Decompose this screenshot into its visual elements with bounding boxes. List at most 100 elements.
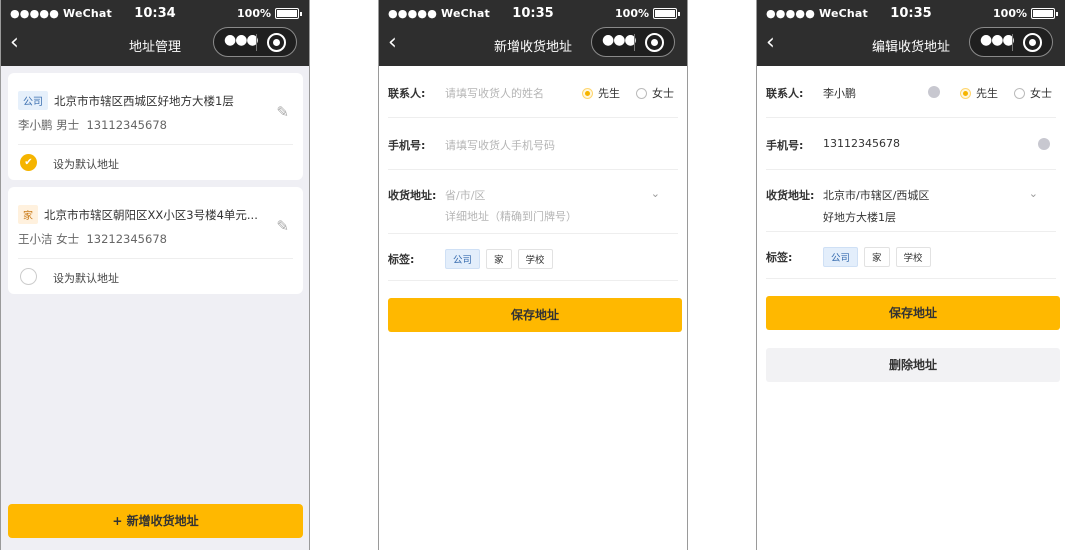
address-list-screen: ●●●●● WeChat 10:34 100% ‹ 地址管理 ●●● 公司 北京市… — [0, 0, 310, 550]
contact-person: 王小洁 女士 — [18, 232, 80, 246]
add-address-button[interactable]: + 新增收货地址 — [8, 504, 303, 538]
tags-label: 标签: — [766, 251, 793, 264]
tag-chip-school[interactable]: 学校 — [895, 247, 931, 267]
phone-label: 手机号: — [766, 139, 804, 152]
target-circle-icon[interactable] — [1023, 33, 1042, 52]
region-label: 收货地址: — [766, 189, 815, 202]
phone-input[interactable]: 13112345678 — [823, 137, 900, 150]
default-label: 设为默认地址 — [53, 272, 119, 285]
check-icon[interactable]: ✔ — [20, 154, 37, 171]
mini-program-capsule: ●●● — [969, 27, 1053, 57]
default-address-toggle[interactable]: 设为默认地址 — [18, 259, 303, 294]
tags-row: 标签: 公司家学校 — [388, 234, 678, 281]
gender-label: 女士 — [652, 87, 674, 100]
save-address-button[interactable]: 保存地址 — [388, 298, 682, 332]
address-line: 家北京市市辖区朝阳区XX小区3号楼4单元... — [18, 205, 258, 224]
navigation-bar: ●●●●● WeChat 10:34 100% ‹ 地址管理 ●●● — [1, 0, 309, 66]
battery-icon — [1031, 8, 1058, 19]
address-line: 公司 北京市市辖区西城区好地方大楼1层 — [18, 91, 234, 110]
contact-person: 李小鹏 男士 — [18, 118, 80, 132]
region-picker[interactable]: 北京市/市辖区/西城区 — [823, 187, 929, 203]
chevron-down-icon[interactable]: ⌄ — [1029, 187, 1038, 200]
navigation-bar: ●●●●● WeChat 10:35 100% ‹ 编辑收货地址 ●●● — [757, 0, 1065, 66]
region-label: 收货地址: — [388, 189, 437, 202]
battery-icon — [275, 8, 302, 19]
address-text: 北京市市辖区西城区好地方大楼1层 — [54, 94, 234, 108]
tag-chip-home[interactable]: 家 — [864, 247, 890, 267]
contact-line: 王小洁 女士 13212345678 — [18, 231, 167, 247]
pencil-icon[interactable]: ✎ — [276, 217, 289, 235]
tag-chip-company[interactable]: 公司 — [823, 247, 859, 267]
clear-dot-icon[interactable] — [928, 86, 940, 98]
tag-chip-company[interactable]: 公司 — [445, 249, 481, 269]
target-circle-icon[interactable] — [645, 33, 664, 52]
address-tag: 家 — [18, 205, 38, 224]
region-picker[interactable]: 省/市/区 — [445, 187, 485, 203]
tag-chips: 公司家学校 — [823, 246, 937, 267]
contact-row: 联系人: 李小鹏 先生 女士 — [766, 66, 1056, 118]
address-card[interactable]: 公司 北京市市辖区西城区好地方大楼1层 李小鹏 男士 13112345678 ✎ … — [8, 73, 303, 180]
more-dots-icon[interactable]: ●●● — [980, 32, 1015, 48]
detail-address-input[interactable]: 详细地址（精确到门牌号） — [445, 208, 577, 224]
battery-percent: 100% — [237, 7, 271, 20]
target-circle-icon[interactable] — [267, 33, 286, 52]
region-row: 收货地址: 北京市/市辖区/西城区 ⌄ 好地方大楼1层 — [766, 170, 1056, 232]
detail-address-input[interactable]: 好地方大楼1层 — [823, 209, 896, 225]
mini-program-capsule: ●●● — [591, 27, 675, 57]
radio-unselected-icon[interactable] — [636, 87, 647, 99]
default-label: 设为默认地址 — [53, 158, 119, 171]
pencil-icon[interactable]: ✎ — [276, 103, 289, 121]
default-address-toggle[interactable]: ✔ 设为默认地址 — [18, 145, 303, 180]
contact-row: 联系人: 请填写收货人的姓名 先生 女士 — [388, 66, 678, 118]
contact-phone: 13212345678 — [86, 232, 167, 246]
capsule-divider — [634, 34, 635, 51]
gender-label: 先生 — [598, 87, 620, 100]
contact-phone: 13112345678 — [86, 118, 167, 132]
contact-input[interactable]: 请填写收货人的姓名 — [445, 85, 544, 101]
gender-option-mr[interactable]: 先生 — [960, 85, 998, 101]
address-tag: 公司 — [18, 91, 48, 110]
delete-address-button[interactable]: 删除地址 — [766, 348, 1060, 382]
phone-label: 手机号: — [388, 139, 426, 152]
battery-percent: 100% — [993, 7, 1027, 20]
add-address-screen: ●●●●● WeChat 10:35 100% ‹ 新增收货地址 ●●● 联系人… — [378, 0, 688, 550]
address-text: 北京市市辖区朝阳区XX小区3号楼4单元... — [44, 208, 258, 222]
tag-chip-school[interactable]: 学校 — [517, 249, 553, 269]
tag-chips: 公司家学校 — [445, 248, 559, 269]
tags-label: 标签: — [388, 253, 415, 266]
contact-label: 联系人: — [766, 87, 804, 100]
mini-program-capsule: ●●● — [213, 27, 297, 57]
more-dots-icon[interactable]: ●●● — [602, 32, 637, 48]
gender-radio-group: 先生 女士 — [960, 85, 1052, 101]
status-battery: 100% — [237, 7, 302, 20]
chevron-down-icon[interactable]: ⌄ — [651, 187, 660, 200]
battery-percent: 100% — [615, 7, 649, 20]
phone-row: 手机号: 13112345678 — [766, 118, 1056, 170]
more-dots-icon[interactable]: ●●● — [224, 32, 259, 48]
gender-label: 先生 — [976, 87, 998, 100]
save-address-button[interactable]: 保存地址 — [766, 296, 1060, 330]
unchecked-circle-icon[interactable] — [20, 268, 37, 285]
gender-label: 女士 — [1030, 87, 1052, 100]
phone-row: 手机号: 请填写收货人手机号码 — [388, 118, 678, 170]
navigation-bar: ●●●●● WeChat 10:35 100% ‹ 新增收货地址 ●●● — [379, 0, 687, 66]
contact-input[interactable]: 李小鹏 — [823, 85, 856, 101]
tags-row: 标签: 公司家学校 — [766, 232, 1056, 279]
gender-option-mr[interactable]: 先生 — [582, 85, 620, 101]
radio-unselected-icon[interactable] — [1014, 87, 1025, 99]
phone-input[interactable]: 请填写收货人手机号码 — [445, 137, 555, 153]
battery-icon — [653, 8, 680, 19]
tag-chip-home[interactable]: 家 — [486, 249, 512, 269]
gender-radio-group: 先生 女士 — [582, 85, 674, 101]
gender-option-ms[interactable]: 女士 — [1014, 85, 1052, 101]
region-row: 收货地址: 省/市/区 ⌄ 详细地址（精确到门牌号） — [388, 170, 678, 234]
status-battery: 100% — [993, 7, 1058, 20]
contact-line: 李小鹏 男士 13112345678 — [18, 117, 167, 133]
clear-dot-icon[interactable] — [1038, 138, 1050, 150]
status-battery: 100% — [615, 7, 680, 20]
radio-selected-icon[interactable] — [582, 87, 593, 99]
radio-selected-icon[interactable] — [960, 87, 971, 99]
gender-option-ms[interactable]: 女士 — [636, 85, 674, 101]
edit-address-screen: ●●●●● WeChat 10:35 100% ‹ 编辑收货地址 ●●● 联系人… — [756, 0, 1065, 550]
address-card[interactable]: 家北京市市辖区朝阳区XX小区3号楼4单元... 王小洁 女士 132123456… — [8, 187, 303, 294]
